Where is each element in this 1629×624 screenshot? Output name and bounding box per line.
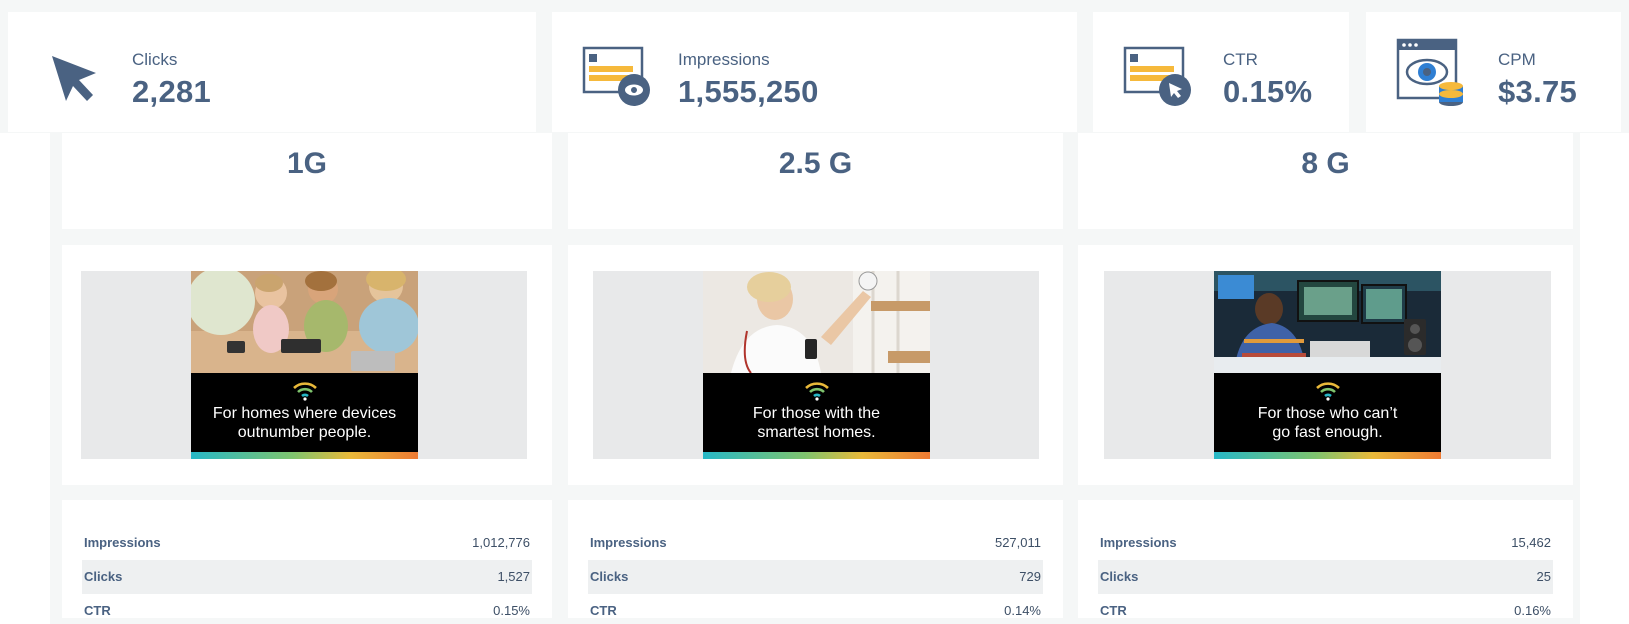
family-devices-photo [191,271,418,373]
stat-label: CTR [590,603,617,618]
ad-preview-frame: For those who can’t go fast enough. [1104,271,1551,459]
ad-creative[interactable]: For those who can’t go fast enough. [1214,271,1441,459]
stat-row-clicks: Clicks 1,527 [82,560,532,594]
ad-headline-line: For homes where devices [212,405,397,422]
stat-label: Clicks [84,569,123,584]
stat-row-ctr: CTR 0.15% [82,594,532,618]
stat-label: CTR [84,603,111,618]
column-header-2-5g: 2.5 G [568,133,1063,229]
kpi-label: Clicks [132,50,178,69]
brand-gradient-bar [703,452,930,459]
ad-headline: For those who can’t go fast enough. [1218,404,1437,442]
kpi-value: $3.75 [1498,74,1578,109]
kpi-label: Impressions [678,50,770,69]
stat-value: 0.15% [493,603,530,618]
ad-headline: For homes where devices outnumber people… [195,404,414,442]
stat-row-impressions: Impressions 15,462 [1098,526,1553,560]
kpi-card-ctr: CTR 0.15% [1093,12,1349,132]
ad-creative[interactable]: For homes where devices outnumber people… [191,271,418,459]
stat-value: 0.14% [1004,603,1041,618]
brand-gradient-bar [191,452,418,459]
column-title: 8 G [1301,147,1350,180]
cursor-icon [38,42,108,108]
stat-label: Impressions [590,535,667,550]
kpi-card-cpm: CPM $3.75 [1366,12,1621,132]
browser-eye-icon [582,42,652,108]
stat-value: 527,011 [994,535,1041,550]
stat-row-ctr: CTR 0.16% [1098,594,1553,618]
ad-headline-line: For those who can’t [1257,405,1398,422]
ad-headline-line: For those with the [752,405,881,422]
kpi-value: 2,281 [132,74,212,109]
stat-value: 1,527 [497,569,530,584]
kpi-value: 0.15% [1223,74,1313,109]
ad-banner: For homes where devices outnumber people… [191,373,418,459]
stat-row-clicks: Clicks 25 [1098,560,1553,594]
stat-label: CTR [1100,603,1127,618]
stat-value: 25 [1536,569,1551,584]
ad-creative[interactable]: For those with the smartest homes. [703,271,930,459]
stat-row-impressions: Impressions 1,012,776 [82,526,532,560]
ad-banner: For those with the smartest homes. [703,373,930,459]
stats-card-1g: Impressions 1,012,776 Clicks 1,527 CTR 0… [62,500,552,618]
ad-preview-frame: For homes where devices outnumber people… [81,271,527,459]
wifi-icon [1316,382,1340,401]
stat-value: 15,462 [1511,535,1551,550]
stat-label: Impressions [84,535,161,550]
kpi-label: CPM [1498,50,1536,69]
column-header-8g: 8 G [1078,133,1573,229]
stat-value: 729 [1019,569,1041,584]
kpi-label: CTR [1223,50,1258,69]
ad-headline-line: outnumber people. [237,424,372,441]
stat-label: Clicks [590,569,629,584]
eye-coins-icon [1396,36,1466,106]
ad-headline-line: smartest homes. [757,424,876,441]
stats-card-2-5g: Impressions 527,011 Clicks 729 CTR 0.14% [568,500,1063,618]
column-header-1g: 1G [62,133,552,229]
stat-row-ctr: CTR 0.14% [588,594,1043,618]
stat-row-impressions: Impressions 527,011 [588,526,1043,560]
column-title: 2.5 G [778,147,853,180]
ad-headline-line: go fast enough. [1272,424,1383,441]
wifi-icon [293,382,317,401]
brand-gradient-bar [1214,452,1441,459]
top-strip [0,0,1629,8]
stat-row-clicks: Clicks 729 [588,560,1043,594]
column-title: 1G [286,147,328,180]
ad-headline: For those with the smartest homes. [707,404,926,442]
ad-banner: For those who can’t go fast enough. [1214,373,1441,459]
gamer-setup-photo [1214,271,1441,373]
stat-label: Clicks [1100,569,1139,584]
stat-label: Impressions [1100,535,1177,550]
kpi-value: 1,555,250 [678,74,819,109]
kpi-card-impressions: Impressions 1,555,250 [552,12,1077,132]
stats-card-8g: Impressions 15,462 Clicks 25 CTR 0.16% [1078,500,1573,618]
stat-value: 1,012,776 [472,535,530,550]
woman-smart-home-photo [703,271,930,374]
wifi-icon [805,382,829,401]
ad-preview-frame: For those with the smartest homes. [593,271,1039,459]
stat-value: 0.16% [1514,603,1551,618]
browser-click-icon [1123,42,1193,108]
kpi-card-clicks: Clicks 2,281 [8,12,536,132]
